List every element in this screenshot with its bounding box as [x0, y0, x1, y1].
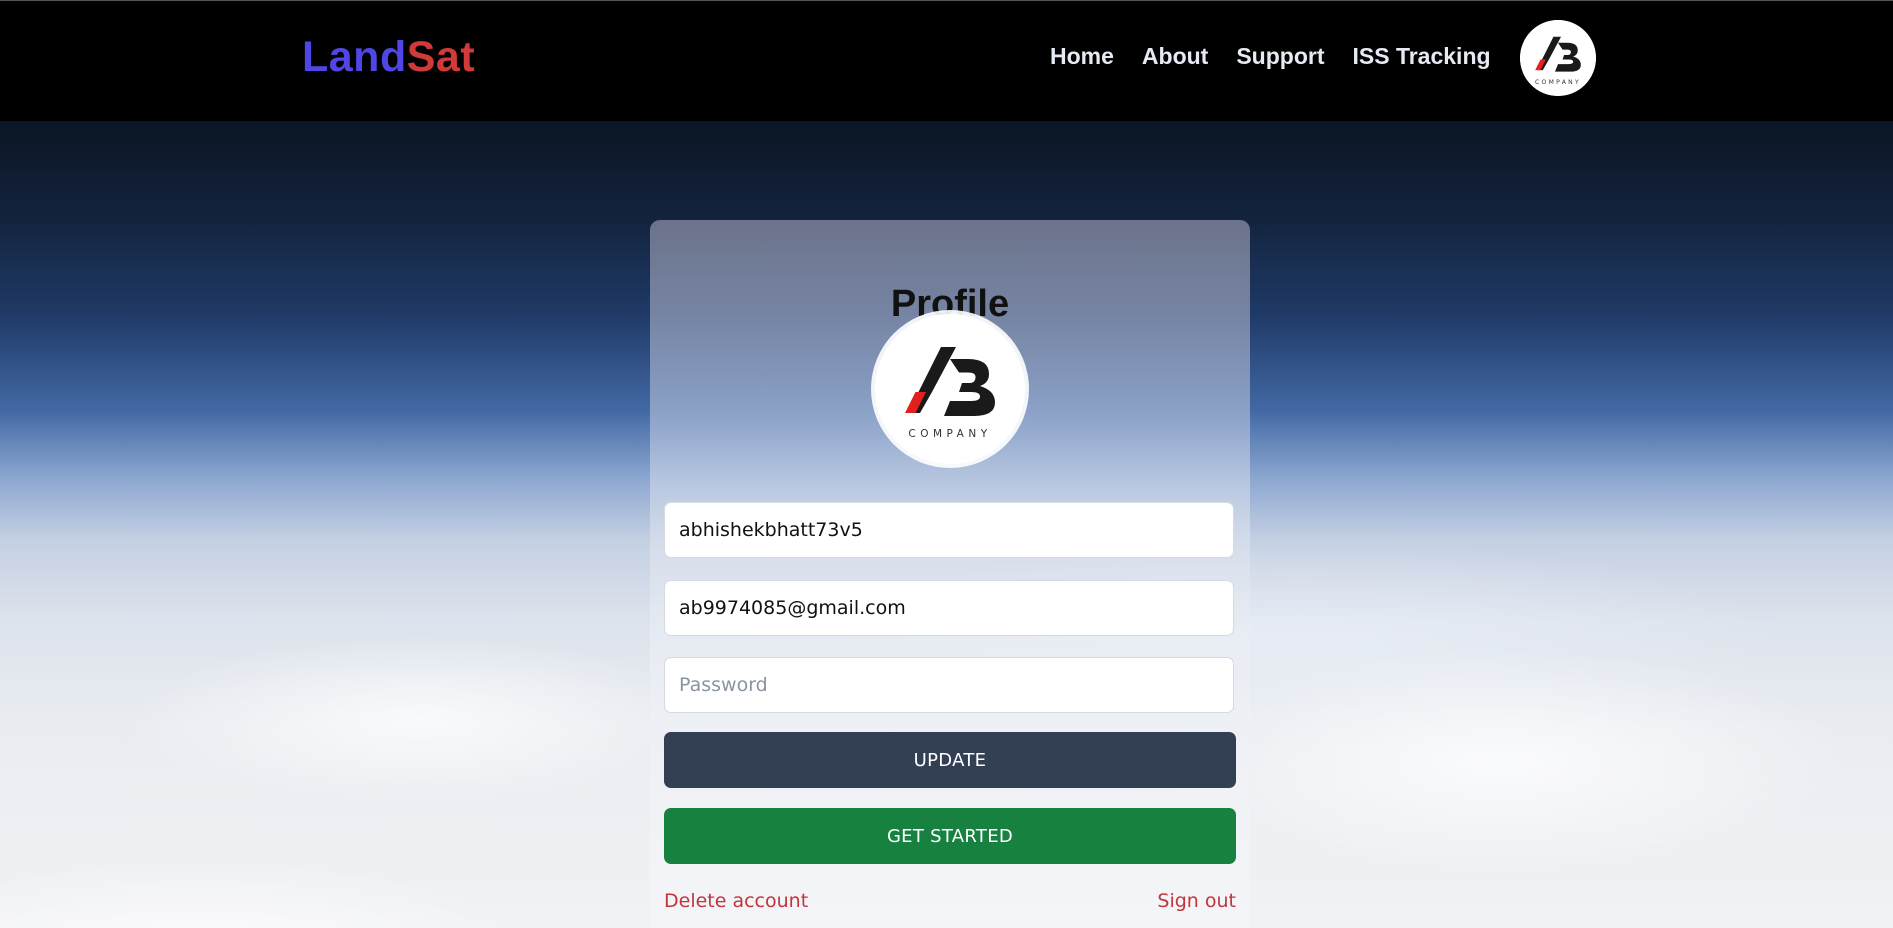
brand-text-land: Land [302, 33, 407, 81]
logo-subtext: COMPANY [1535, 79, 1581, 86]
profile-card: Profile COMPANY UPDATE GET STARTED Delet… [650, 220, 1250, 928]
ab-company-logo-icon: COMPANY [875, 314, 1025, 464]
ab-company-logo-icon: COMPANY [1520, 20, 1596, 96]
nav-iss-tracking-link[interactable]: ISS Tracking [1352, 43, 1490, 70]
sign-out-link[interactable]: Sign out [1157, 890, 1236, 912]
user-avatar-button[interactable]: COMPANY [1520, 20, 1596, 96]
brand-text-sat: Sat [406, 33, 476, 81]
nav-about-link[interactable]: About [1142, 43, 1208, 70]
nav-support-link[interactable]: Support [1236, 43, 1324, 70]
get-started-button[interactable]: GET STARTED [664, 808, 1236, 864]
nav-home-link[interactable]: Home [1050, 43, 1114, 70]
brand-logo[interactable]: LandSat [302, 33, 475, 82]
password-field[interactable] [664, 657, 1234, 713]
main-menu: Home About Support ISS Tracking [1050, 43, 1491, 70]
delete-account-link[interactable]: Delete account [664, 890, 808, 912]
top-navbar: LandSat Home About Support ISS Tracking … [0, 0, 1893, 121]
update-button[interactable]: UPDATE [664, 732, 1236, 788]
profile-avatar: COMPANY [875, 314, 1025, 464]
logo-subtext: COMPANY [908, 428, 991, 440]
username-field[interactable] [664, 502, 1234, 558]
email-field[interactable] [664, 580, 1234, 636]
